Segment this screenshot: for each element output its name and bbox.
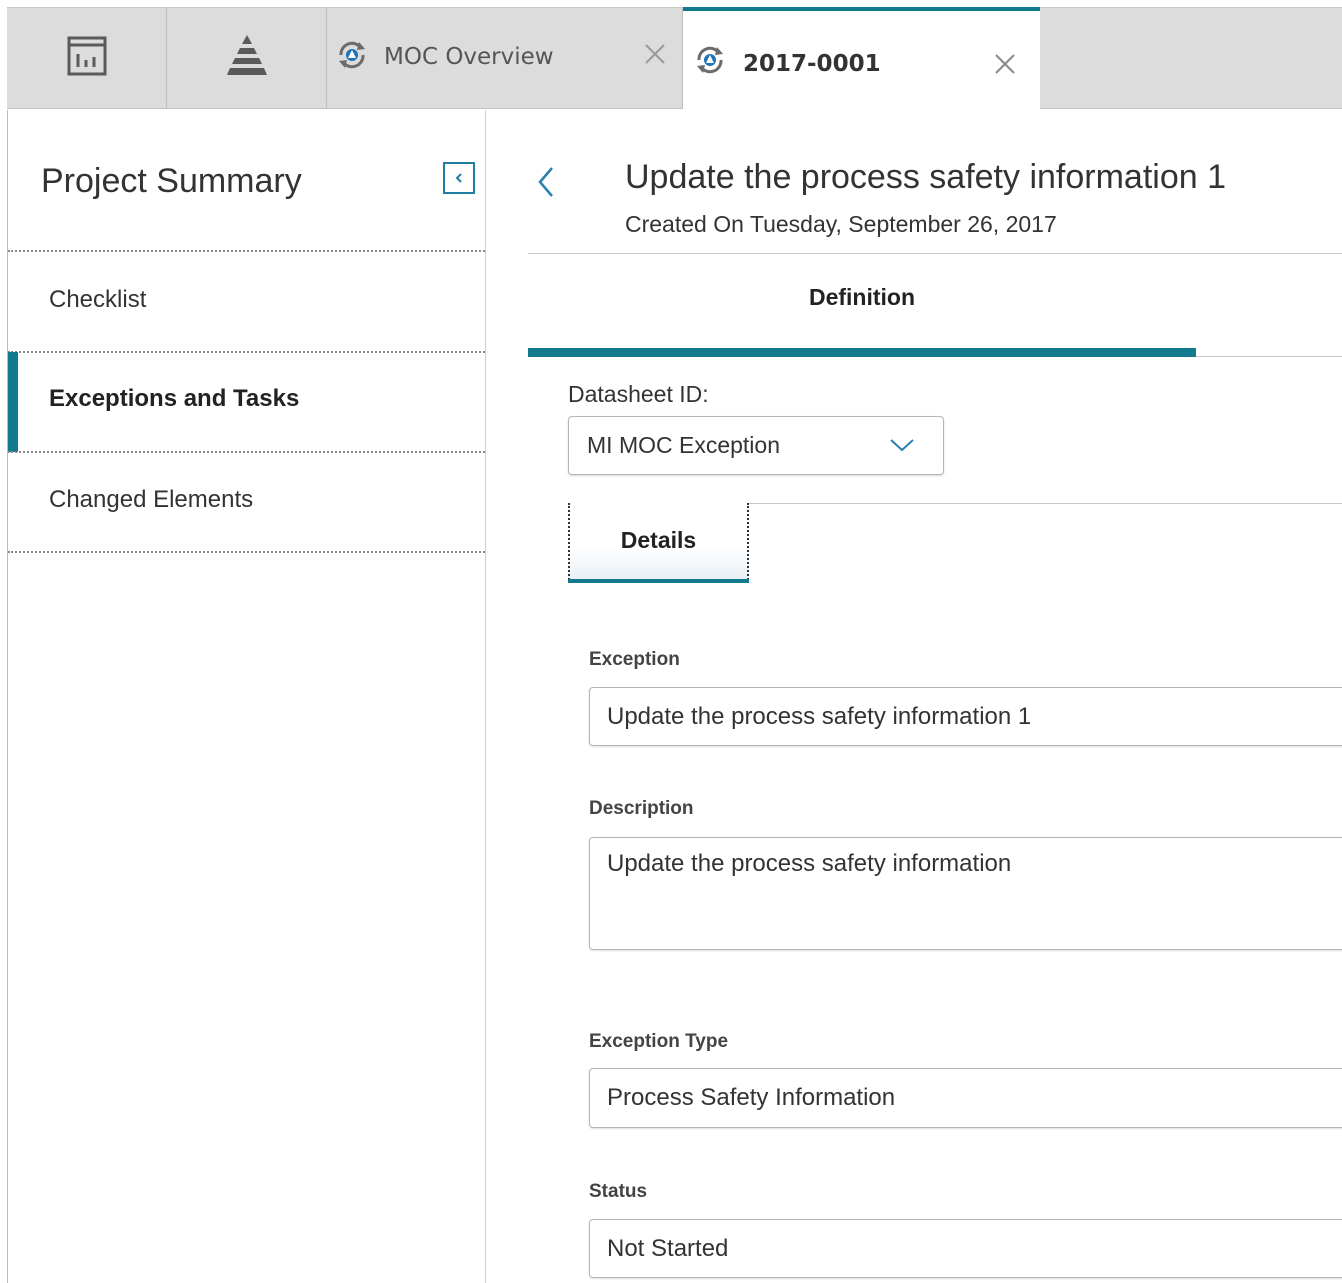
collapse-panel-button[interactable] [443, 162, 475, 194]
exception-label: Exception [589, 649, 680, 670]
exception-value: Update the process safety information 1 [607, 703, 1032, 730]
tab-details-label: Details [620, 527, 697, 553]
tab-label: 2017-0001 [743, 51, 881, 77]
active-indicator [8, 352, 18, 452]
divider [8, 451, 485, 453]
header-divider [528, 253, 1342, 254]
tab-definition-underline [528, 348, 1196, 357]
close-icon[interactable] [993, 52, 1017, 76]
sidebar-item-exceptions-and-tasks[interactable]: Exceptions and Tasks [49, 385, 299, 413]
status-value: Not Started [607, 1235, 729, 1262]
description-label: Description [589, 798, 694, 819]
moc-cycle-icon [335, 38, 369, 77]
description-value: Update the process safety information [607, 850, 1012, 877]
dashboard-tab[interactable] [7, 8, 167, 109]
pyramid-tab[interactable] [167, 8, 327, 109]
exception-type-value: Process Safety Information [607, 1084, 896, 1111]
divider [8, 351, 485, 353]
collapse-left-icon [452, 171, 466, 185]
status-label: Status [589, 1181, 648, 1202]
record-created-on: Created On Tuesday, September 26, 2017 [625, 211, 1057, 237]
divider [8, 250, 485, 252]
record-title: Update the process safety information 1 [625, 158, 1226, 196]
exception-type-label: Exception Type [589, 1031, 729, 1052]
close-icon[interactable] [643, 42, 667, 66]
exception-field[interactable]: Update the process safety information 1 [589, 687, 1342, 746]
panel-title: Project Summary [41, 162, 302, 200]
tab-strip-line [1196, 356, 1342, 357]
datasheet-id-select[interactable]: MI MOC Exception [568, 416, 944, 475]
pyramid-icon [224, 33, 270, 84]
exception-type-field[interactable]: Process Safety Information [589, 1068, 1342, 1128]
sidebar-item-changed-elements[interactable]: Changed Elements [49, 486, 253, 514]
tab-moc-overview[interactable]: MOC Overview [327, 8, 683, 109]
status-field[interactable]: Not Started [589, 1219, 1342, 1278]
back-chevron-icon[interactable] [536, 166, 556, 203]
tab-details[interactable]: Details [568, 503, 749, 583]
chevron-down-icon [889, 437, 915, 458]
project-summary-panel: Project Summary Checklist Exceptions and… [7, 110, 486, 1283]
description-field[interactable]: Update the process safety information [589, 837, 1342, 950]
tab-2017-0001[interactable]: 2017-0001 [683, 7, 1040, 110]
tab-label: MOC Overview [384, 44, 554, 70]
datasheet-id-value: MI MOC Exception [587, 432, 780, 458]
tab-details-underline [568, 579, 749, 583]
dashboard-icon [66, 35, 108, 82]
divider [8, 551, 485, 553]
tab-bar: MOC Overview 2017-0001 [7, 7, 1342, 110]
tab-definition[interactable]: Definition [528, 284, 1196, 311]
moc-cycle-icon [693, 43, 727, 82]
sidebar-item-checklist[interactable]: Checklist [49, 286, 146, 314]
datasheet-id-label: Datasheet ID: [568, 381, 709, 407]
